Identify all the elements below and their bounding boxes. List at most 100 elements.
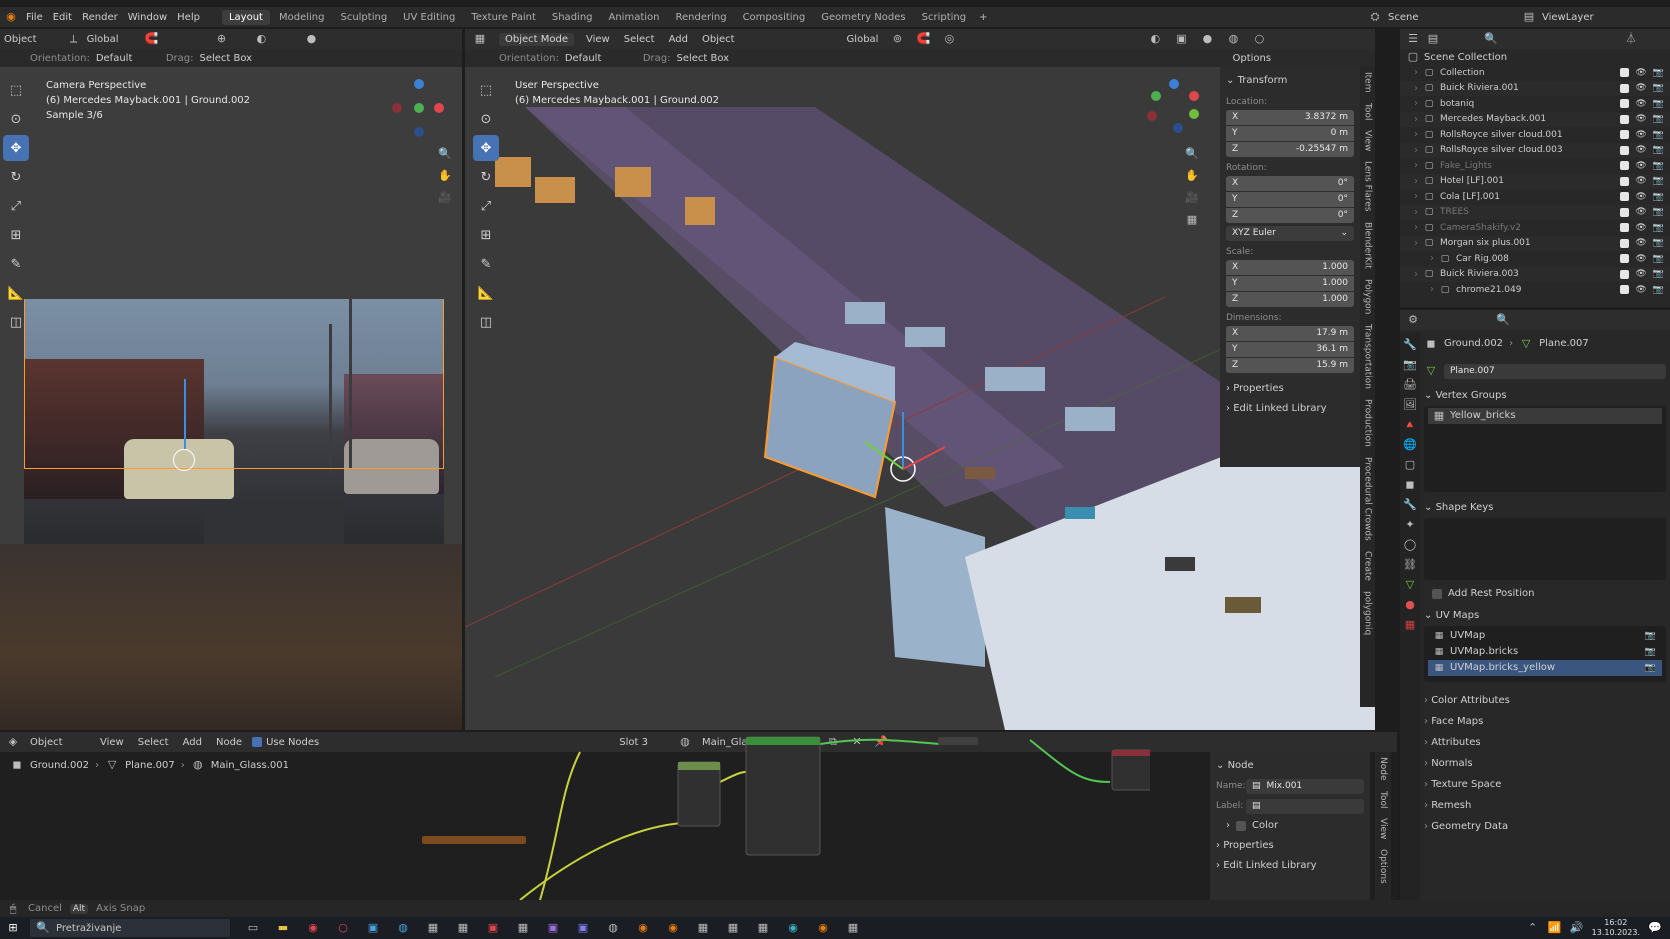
overlay-icon[interactable]: ◐ <box>254 32 268 46</box>
blender-icon[interactable]: ◉ <box>816 921 830 935</box>
options-dropdown[interactable]: Options <box>1232 53 1271 64</box>
output-tab-icon[interactable]: 🖨 <box>1403 378 1417 392</box>
outliner-item[interactable]: › ▢ Collection 👁 📷 <box>1400 65 1670 81</box>
render-camera-icon[interactable]: 📷 <box>1653 176 1664 186</box>
main-drag-dropdown[interactable]: Select Box <box>676 53 746 64</box>
camera-view-icon[interactable]: 🎥 <box>438 191 452 205</box>
rotate-tool-icon[interactable]: ↻ <box>473 164 499 190</box>
sidebar-tab[interactable]: Create <box>1363 546 1373 586</box>
menu-render[interactable]: Render <box>82 12 118 23</box>
select-box-tool-icon[interactable]: ⬚ <box>3 77 29 103</box>
viewport-menu-object[interactable]: Object <box>702 34 735 45</box>
uv-map-item[interactable]: ▦ UVMap 📷 <box>1428 628 1662 644</box>
add-workspace-button[interactable]: + <box>979 12 987 23</box>
scene-collection-row[interactable]: ▢ Scene Collection <box>1400 49 1670 65</box>
object-tab-icon[interactable]: ◼ <box>1403 478 1417 492</box>
z-axis-arrow[interactable] <box>184 379 186 449</box>
render-camera-icon[interactable]: 📷 <box>1653 192 1664 202</box>
main-navigation-gizmo[interactable] <box>1145 77 1205 137</box>
camera-view-icon[interactable]: 🎥 <box>1185 191 1199 205</box>
color-checkbox[interactable]: › Color <box>1216 816 1364 836</box>
exclude-checkbox-icon[interactable] <box>1620 161 1630 171</box>
location-field[interactable]: X 3.8372 m <box>1226 110 1354 125</box>
display-mode-icon[interactable]: ▤ <box>1426 32 1440 46</box>
render-camera-icon[interactable]: 📷 <box>1645 644 1662 660</box>
workspace-tab[interactable]: Texture Paint <box>464 10 543 25</box>
sidebar-tab[interactable]: Procedural Crowds <box>1363 452 1373 546</box>
skype-icon[interactable]: ◍ <box>396 921 410 935</box>
left-drag-dropdown[interactable]: Select Box <box>199 53 269 64</box>
render-camera-icon[interactable]: 📷 <box>1653 269 1664 279</box>
scale-tool-icon[interactable]: ⤢ <box>3 193 29 219</box>
left-transform-dropdown[interactable]: Global <box>87 34 119 45</box>
left-navigation-gizmo[interactable] <box>388 77 448 137</box>
render-camera-icon[interactable]: 📷 <box>1645 628 1662 644</box>
search-icon[interactable]: 🔍 <box>1496 313 1510 327</box>
chrome-icon[interactable]: ◉ <box>306 921 320 935</box>
particles-tab-icon[interactable]: ✦ <box>1403 518 1417 532</box>
notification-icon[interactable]: 💬 <box>1648 921 1662 935</box>
outliner-item[interactable]: › ▢ Cola [LF].001 👁 📷 <box>1400 189 1670 205</box>
blender-logo-icon[interactable]: ◉ <box>4 10 18 24</box>
menu-file[interactable]: File <box>26 12 43 23</box>
expand-arrow-icon[interactable]: › <box>1414 67 1418 78</box>
app-icon[interactable]: ▦ <box>846 921 860 935</box>
uv-map-item[interactable]: ▦ UVMap.bricks_yellow 📷 <box>1428 660 1662 676</box>
outliner-item[interactable]: › ▢ Mercedes Mayback.001 👁 📷 <box>1400 111 1670 127</box>
render-camera-icon[interactable]: 📷 <box>1645 660 1662 676</box>
visibility-eye-icon[interactable]: 👁 <box>1635 285 1646 295</box>
visibility-eye-icon[interactable]: 👁 <box>1635 269 1646 279</box>
workspace-tab[interactable]: Layout <box>221 9 270 25</box>
material-tab-icon[interactable]: ● <box>1403 598 1417 612</box>
view-layer-tab-icon[interactable]: 🖼 <box>1403 398 1417 412</box>
render-camera-icon[interactable]: 📷 <box>1653 223 1664 233</box>
chevron-up-icon[interactable]: ⌃ <box>1526 921 1540 935</box>
rotation-mode-dropdown[interactable]: XYZ Euler ⌄ <box>1226 226 1354 241</box>
app-icon[interactable]: ▦ <box>456 921 470 935</box>
expand-arrow-icon[interactable]: › <box>1414 160 1418 171</box>
taskbar-search[interactable]: 🔍 Pretraživanje <box>30 919 230 937</box>
add-rest-position-checkbox[interactable]: Add Rest Position <box>1424 584 1666 604</box>
props-section[interactable]: › Color Attributes <box>1424 690 1666 711</box>
outliner-item[interactable]: › ▢ RollsRoyce silver cloud.001 👁 📷 <box>1400 127 1670 143</box>
visibility-eye-icon[interactable]: 👁 <box>1635 254 1646 264</box>
mesh-datablock-row[interactable]: ▽ Plane.007 <box>1424 360 1666 382</box>
add-cube-tool-icon[interactable]: ◫ <box>3 309 29 335</box>
blender-icon[interactable]: ◉ <box>636 921 650 935</box>
app-icon[interactable]: ▦ <box>756 921 770 935</box>
render-camera-icon[interactable]: 📷 <box>1653 83 1664 93</box>
outliner-item[interactable]: › ▢ chrome21.049 👁 📷 <box>1400 282 1670 298</box>
outliner-item[interactable]: › ▢ Hotel [LF].001 👁 📷 <box>1400 173 1670 189</box>
visibility-eye-icon[interactable]: 👁 <box>1635 114 1646 124</box>
app-icon[interactable]: ▦ <box>516 921 530 935</box>
blender-icon[interactable]: ◉ <box>666 921 680 935</box>
node-linked-library-section[interactable]: › Edit Linked Library <box>1216 856 1364 876</box>
menu-window[interactable]: Window <box>128 12 167 23</box>
overlay-icon[interactable]: ◐ <box>1148 32 1162 46</box>
workspace-tab[interactable]: Sculpting <box>333 10 394 25</box>
pan-hand-icon[interactable]: ✋ <box>438 169 452 183</box>
file-explorer-icon[interactable]: ▬ <box>276 921 290 935</box>
workspace-tab[interactable]: UV Editing <box>396 10 462 25</box>
node-section[interactable]: ⌄ Node <box>1216 756 1364 776</box>
render-camera-icon[interactable]: 📷 <box>1653 130 1664 140</box>
dimensions-field[interactable]: X 17.9 m <box>1226 326 1354 341</box>
scale-tool-icon[interactable]: ⤢ <box>473 193 499 219</box>
expand-arrow-icon[interactable]: › <box>1414 238 1418 249</box>
left-viewport[interactable]: Object ⟂ Global 🧲 ⊕ ◐ ● Orientation: Def… <box>0 29 462 730</box>
filezilla-icon[interactable]: ▣ <box>486 921 500 935</box>
sidebar-tab[interactable]: Tool <box>1363 98 1373 125</box>
outliner-item[interactable]: › ▢ Buick Riviera.001 👁 📷 <box>1400 80 1670 96</box>
render-tab-icon[interactable]: 📷 <box>1403 358 1417 372</box>
zoom-icon[interactable]: 🔍 <box>438 147 452 161</box>
visibility-eye-icon[interactable]: 👁 <box>1635 176 1646 186</box>
dimensions-field[interactable]: Z 15.9 m <box>1226 358 1354 373</box>
expand-arrow-icon[interactable]: › <box>1430 253 1434 264</box>
expand-arrow-icon[interactable]: › <box>1414 83 1418 94</box>
outliner-item[interactable]: › ▢ RollsRoyce silver cloud.003 👁 📷 <box>1400 142 1670 158</box>
scene-selector[interactable]: ⛭ Scene ▤ ViewLayer <box>1368 10 1632 24</box>
sidebar-tab[interactable]: View <box>1363 125 1373 156</box>
transform-header[interactable]: ⌄ Transform <box>1226 71 1354 91</box>
exclude-checkbox-icon[interactable] <box>1620 192 1630 202</box>
mesh-name-field[interactable]: Plane.007 <box>1444 363 1666 379</box>
